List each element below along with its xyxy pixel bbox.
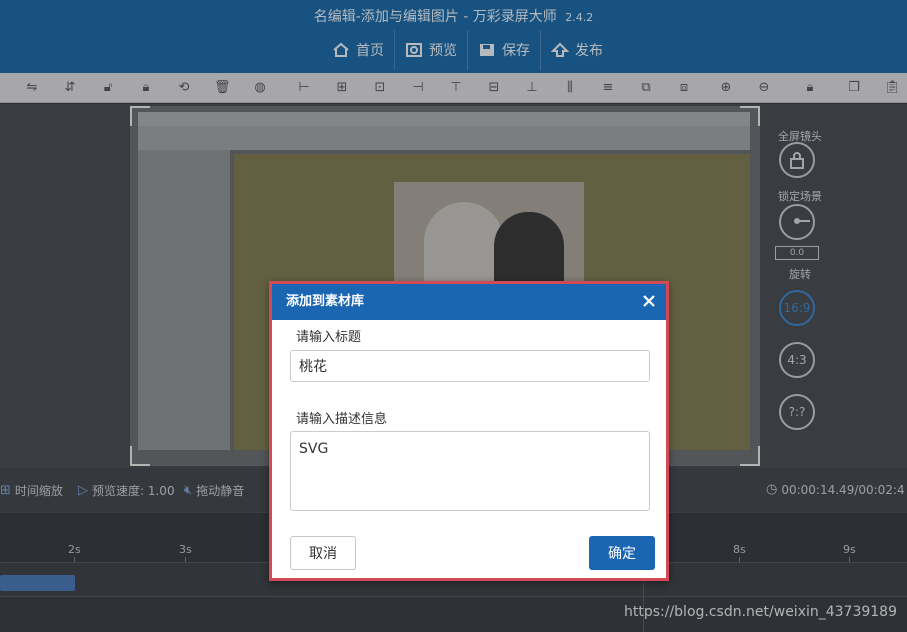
title-field-label: 请输入标题 <box>296 330 362 345</box>
description-field-label: 请输入描述信息 <box>296 412 388 427</box>
title-input[interactable] <box>290 350 650 382</box>
confirm-button[interactable]: 确定 <box>589 536 655 570</box>
dialog-title: 添加到素材库 <box>286 294 365 309</box>
add-to-library-dialog: 添加到素材库 请输入标题 请输入描述信息 SVG 取消 确定 <box>269 281 669 581</box>
cancel-button[interactable]: 取消 <box>290 536 356 570</box>
description-textarea[interactable]: SVG <box>290 431 650 511</box>
close-icon[interactable] <box>642 294 656 308</box>
dialog-header: 添加到素材库 <box>272 284 666 320</box>
